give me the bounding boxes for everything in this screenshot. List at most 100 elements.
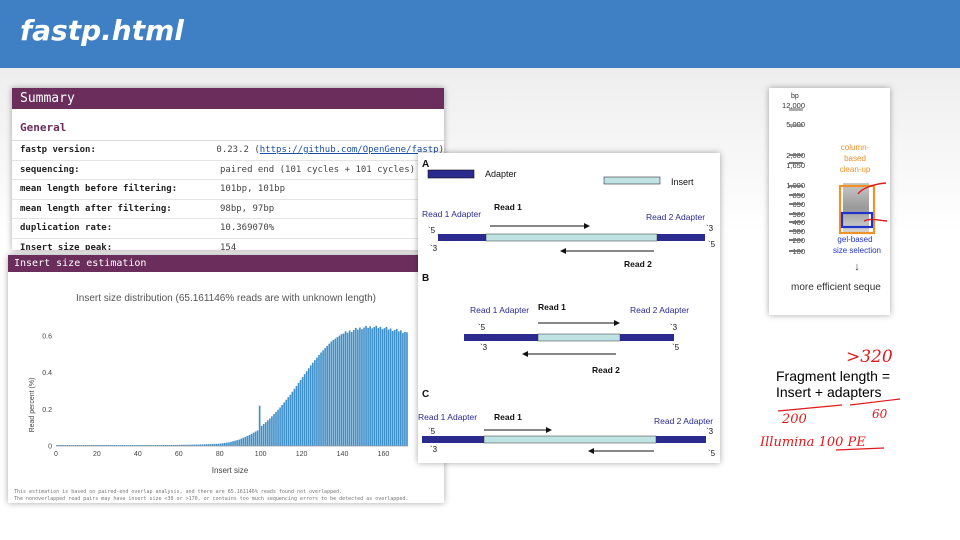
chart-bar (221, 443, 224, 446)
chart-bar (344, 331, 347, 446)
chart-bar (250, 433, 253, 446)
insert-legend-swatch (603, 176, 661, 185)
chart-bar (324, 348, 326, 446)
chart-bar (387, 329, 390, 446)
y-tick-label: 0 (48, 444, 52, 451)
chart-bar (342, 333, 345, 446)
x-tick-label: 140 (337, 451, 349, 458)
chart-bar (299, 380, 302, 446)
chart-bar (361, 329, 363, 446)
x-tick-label: 120 (296, 451, 308, 458)
adapter-diagram: Adapter Insert A Read 1 Adapter Read 2 A… (418, 153, 720, 463)
svg-text:`5: `5 (478, 323, 486, 332)
x-tick-label: 40 (134, 451, 142, 458)
table-row: Insert size peak: 154 (12, 239, 444, 251)
chart-bar (273, 414, 275, 446)
chart-bar (291, 391, 294, 446)
slide-header: fastp.html (0, 0, 960, 68)
end-5: 5 (431, 226, 436, 235)
chart-bar (383, 328, 386, 446)
chart-bar (359, 327, 361, 446)
chart-bar (404, 331, 406, 446)
read2-label: Read 2 (592, 365, 620, 375)
svg-text:`3: `3 (430, 244, 438, 253)
chart-bar (397, 331, 400, 446)
x-tick-label: 0 (54, 451, 58, 458)
chart-bar (385, 327, 388, 446)
chart-bar (230, 441, 232, 446)
chart-bar (277, 409, 279, 446)
chart-bar (357, 329, 359, 446)
read1-adapter-label: Read 1 Adapter (422, 209, 481, 219)
chart-bar (318, 355, 320, 446)
column-label-2: based (844, 154, 866, 163)
x-tick-label: 80 (216, 451, 224, 458)
end-5: 5 (711, 449, 716, 458)
y-tick-label: 0.4 (42, 370, 52, 377)
chart-bar (266, 420, 269, 446)
x-tick-label: 100 (255, 451, 267, 458)
chart-bar (371, 328, 374, 446)
summary-heading: Summary (12, 88, 444, 109)
chart-bar (346, 332, 349, 446)
chart-bar (334, 338, 337, 446)
chart-bar (316, 357, 318, 446)
nonoverlap-note: The nonoverlapped read pairs may have in… (14, 496, 409, 502)
chart-bar (312, 362, 314, 446)
summary-panel: Summary General fastp version: 0.23.2 (h… (12, 88, 444, 250)
x-tick-label: 60 (175, 451, 183, 458)
general-heading: General (12, 116, 444, 141)
table-row: sequencing: paired end (101 cycles + 101… (12, 161, 444, 180)
x-axis-label: Insert size (212, 466, 249, 475)
chart-bar (269, 418, 271, 446)
chart-bar (369, 326, 371, 446)
svg-text:`3: `3 (706, 427, 714, 436)
chart-bar (301, 377, 304, 446)
chart-bar (354, 327, 357, 446)
chart-bar (260, 425, 263, 446)
end-5: 5 (481, 323, 486, 332)
chart-bar (295, 385, 298, 446)
fastp-link[interactable]: https://github.com/OpenGene/fastp (260, 145, 439, 155)
gel-image-panel: bp 12,000 5,000 2,000 1,650 1,000 850 65… (769, 88, 890, 315)
chart-bar (236, 440, 238, 446)
chart-bar (406, 332, 408, 446)
svg-text:`5: `5 (708, 240, 716, 249)
table-row: mean length after filtering: 98bp, 97bp (12, 200, 444, 219)
fragment-line-2: Insert + adapters (776, 384, 882, 400)
chart-bar (275, 411, 277, 446)
chart-bar (373, 327, 376, 446)
read2-adapter-label: Read 2 Adapter (630, 305, 689, 315)
chart-bar (314, 360, 316, 446)
bp-unit-label: bp (791, 93, 799, 100)
end-3: 3 (433, 244, 438, 253)
chart-bar (242, 437, 245, 446)
chart-bar (400, 330, 402, 446)
chart-bar (332, 340, 335, 446)
chart-bar (285, 399, 288, 446)
row-value: 101bp, 101bp (220, 184, 286, 194)
y-tick-label: 0.6 (42, 334, 52, 341)
column-label-3: clean-up (840, 165, 871, 174)
chart-bar (307, 368, 310, 446)
table-row: fastp version: 0.23.2 (https://github.co… (12, 141, 444, 161)
chart-bar (232, 441, 234, 446)
insert-size-panel: Insert size estimation Insert size distr… (8, 255, 444, 503)
chart-bar (365, 325, 367, 446)
chart-bar (279, 407, 281, 446)
chart-bar (281, 404, 283, 446)
chart-bar (248, 435, 251, 446)
gel-caption: more efficient seque (791, 282, 881, 293)
chart-bar (289, 394, 292, 446)
column-label-1: column- (841, 143, 870, 152)
table-row: mean length before filtering: 101bp, 101… (12, 180, 444, 200)
chart-bar (297, 382, 300, 446)
chart-bar (303, 374, 306, 446)
gel-label-2: size selection (833, 246, 881, 255)
chart-bar (350, 331, 353, 446)
insert-legend-label: Insert (671, 177, 694, 187)
chart-bar (352, 329, 355, 446)
read1-label: Read 1 (494, 202, 522, 212)
fragment-note: Fragment length = Insert + adapters (776, 368, 890, 400)
read1-adapter-label: Read 1 Adapter (418, 412, 477, 422)
